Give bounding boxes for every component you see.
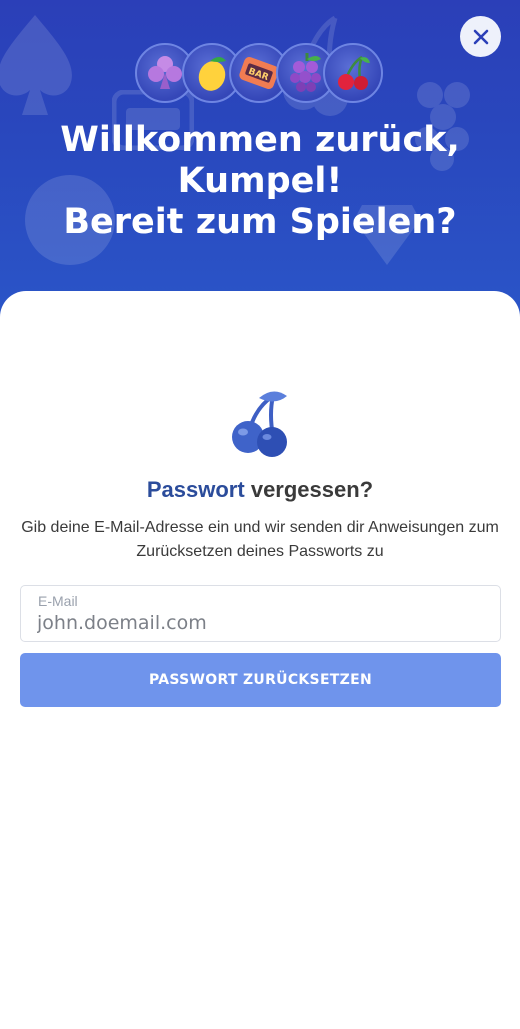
email-label: E-Mail	[38, 593, 78, 609]
cherry-icon	[232, 391, 287, 457]
title-accent: Passwort	[146, 477, 245, 502]
welcome-title: Willkommen zurück, Kumpel! Bereit zum Sp…	[0, 120, 520, 243]
forgot-password-title: Passwort vergessen?	[0, 477, 520, 503]
spade-background-icon	[0, 15, 72, 115]
welcome-header: BAR Willkommen zurück, Kumpel! Bereit zu	[0, 0, 520, 320]
bar-icon: BAR	[239, 56, 279, 90]
email-field[interactable]: E-Mail	[20, 585, 501, 642]
cherry-symbol	[323, 43, 383, 103]
grapes-icon	[290, 53, 321, 92]
close-icon	[473, 29, 488, 44]
close-button[interactable]	[460, 16, 501, 57]
cherry-icon	[338, 55, 370, 90]
slot-symbols-row: BAR	[135, 43, 385, 105]
email-input[interactable]	[37, 612, 477, 634]
welcome-title-line: Willkommen zurück,	[60, 120, 460, 160]
welcome-title-line: Kumpel!	[177, 161, 343, 201]
lemon-icon	[198, 57, 226, 91]
title-rest: vergessen?	[250, 477, 374, 502]
reset-password-button[interactable]: PASSWORT ZURÜCKSETZEN	[20, 653, 501, 707]
club-icon	[148, 56, 182, 89]
forgot-password-description: Gib deine E-Mail-Adresse ein und wir sen…	[21, 519, 499, 560]
welcome-title-line: Bereit zum Spielen?	[63, 202, 457, 242]
